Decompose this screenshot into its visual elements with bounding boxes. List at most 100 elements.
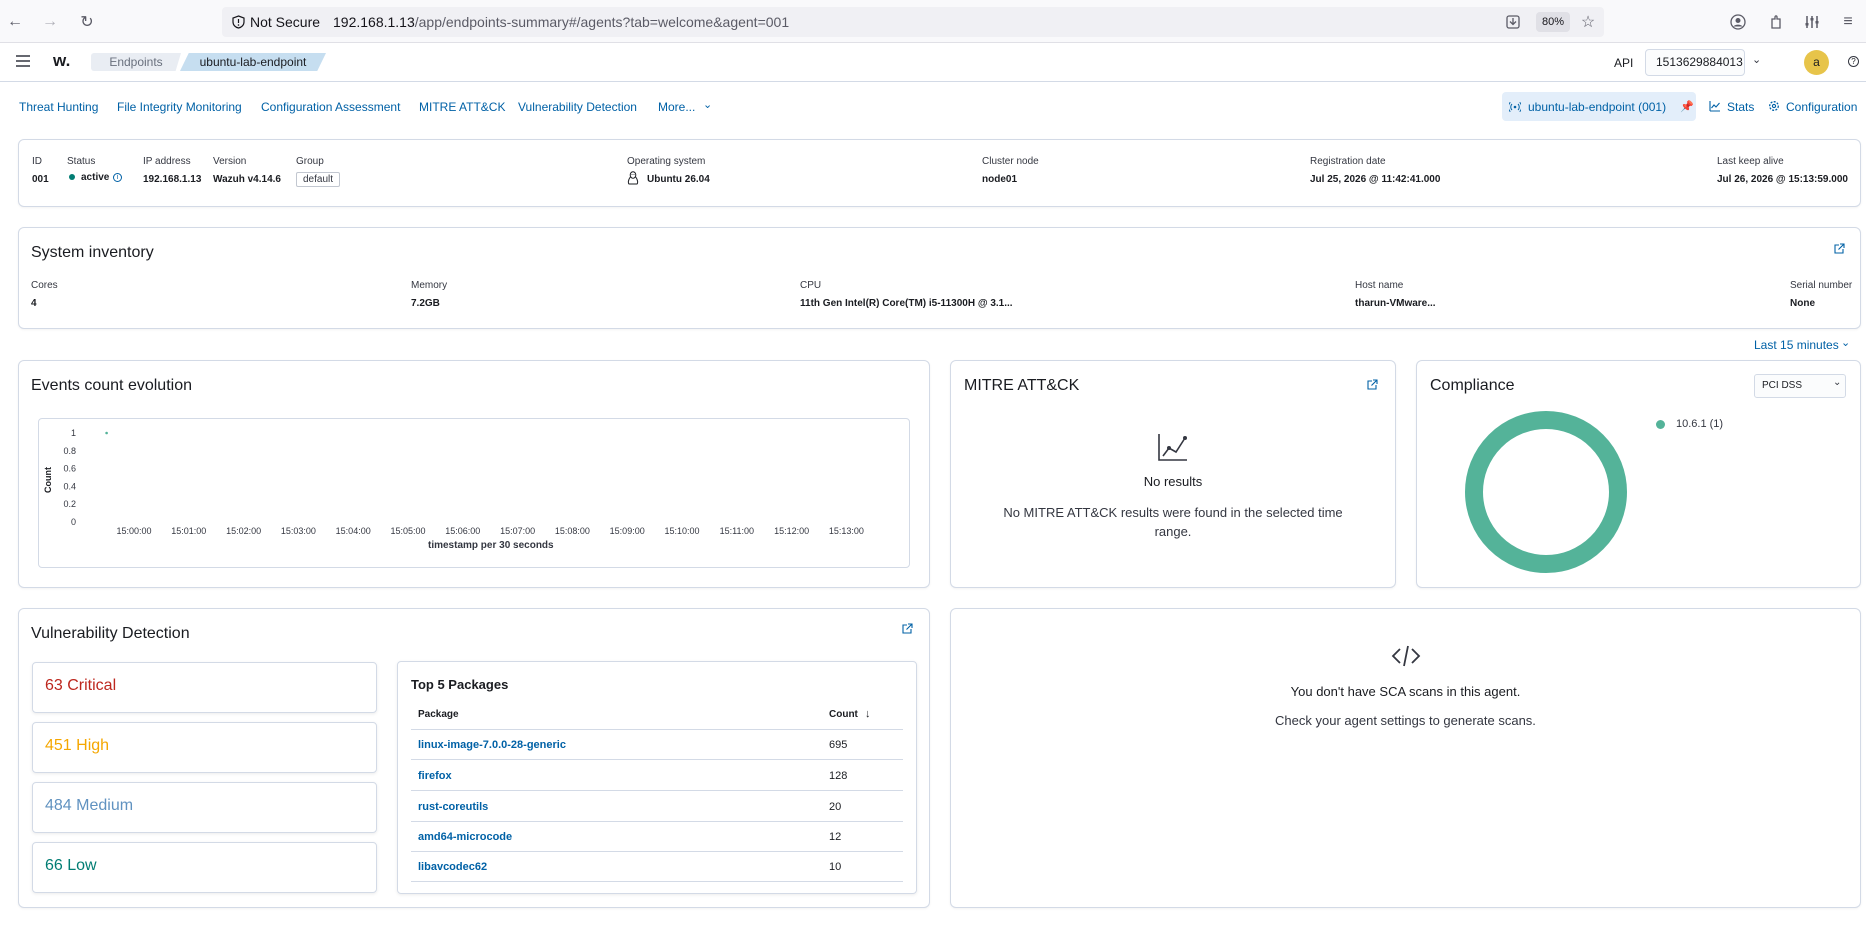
compliance-title: Compliance	[1430, 377, 1515, 394]
x-tick-label: 15:03:00	[281, 526, 316, 536]
tab-vulnerability-detection[interactable]: Vulnerability Detection	[518, 100, 637, 114]
tab-fim[interactable]: File Integrity Monitoring	[117, 100, 242, 114]
equalizer-icon[interactable]	[1801, 11, 1823, 33]
antenna-icon	[1507, 101, 1523, 116]
chart-xlabel: timestamp per 30 seconds	[428, 540, 554, 551]
zoom-badge[interactable]: 80%	[1536, 12, 1571, 32]
package-link[interactable]: firefox	[418, 770, 452, 782]
medium-count[interactable]: 484 Medium	[32, 782, 377, 833]
menu-icon[interactable]: ≡	[1837, 11, 1859, 33]
url-text[interactable]: 192.168.1.13/app/endpoints-summary#/agen…	[333, 14, 789, 30]
top5-title: Top 5 Packages	[411, 677, 509, 692]
serial-label: Serial number	[1790, 280, 1853, 291]
keepalive-value: Jul 26, 2026 @ 15:13:59.000	[1717, 174, 1848, 185]
table-header: Package Count ↓	[411, 700, 903, 730]
agent-info-panel	[18, 139, 1861, 207]
package-link[interactable]: libavcodec62	[418, 861, 487, 873]
star-icon[interactable]: ☆	[1577, 11, 1599, 33]
col-count[interactable]: Count	[829, 709, 858, 720]
package-link[interactable]: amd64-microcode	[418, 831, 512, 843]
not-secure-label: Not Secure	[250, 14, 321, 30]
back-icon[interactable]: ←	[4, 11, 26, 33]
mitre-no-results: No results	[1143, 474, 1203, 489]
info-icon[interactable]: i	[113, 173, 122, 182]
x-tick-label: 15:06:00	[445, 526, 480, 536]
time-filter[interactable]: Last 15 minutes	[1754, 338, 1839, 352]
x-tick-label: 15:01:00	[171, 526, 206, 536]
y-tick-label: 0.2	[63, 499, 76, 509]
table-row: rust-coreutils 20	[411, 792, 903, 822]
x-tick-label: 15:13:00	[829, 526, 864, 536]
help-icon[interactable]: ?	[1848, 56, 1859, 67]
time-filter-chevron-icon[interactable]: ⌄	[1841, 336, 1850, 349]
y-tick-label: 1	[71, 428, 76, 438]
pin-icon[interactable]: 📌	[1680, 100, 1694, 113]
y-tick-label: 0	[71, 517, 76, 527]
package-count: 128	[829, 770, 848, 782]
api-select[interactable]: 1513629884013	[1645, 49, 1745, 76]
table-row: libavcodec62 10	[411, 852, 903, 882]
extensions-icon[interactable]	[1765, 11, 1787, 33]
cpu-label: CPU	[800, 280, 822, 291]
api-value: 1513629884013	[1656, 55, 1743, 69]
chart-icon	[1157, 432, 1189, 465]
compliance-donut[interactable]	[1465, 411, 1627, 573]
shield-icon	[232, 15, 245, 29]
more-chevron-icon: ⌄	[703, 99, 713, 111]
stats-link[interactable]: Stats	[1727, 100, 1754, 114]
keepalive-label: Last keep alive	[1717, 156, 1784, 167]
package-link[interactable]: rust-coreutils	[418, 801, 488, 813]
avatar[interactable]: a	[1804, 50, 1829, 75]
app-logo[interactable]: w.	[53, 51, 70, 71]
events-title: Events count evolution	[31, 377, 192, 394]
mitre-message: No MITRE ATT&CK results were found in th…	[1003, 505, 1343, 539]
tab-threat-hunting[interactable]: Threat Hunting	[19, 100, 98, 114]
table-row: linux-image-7.0.0-28-generic 695	[411, 730, 903, 760]
x-tick-label: 15:02:00	[226, 526, 261, 536]
configuration-link[interactable]: Configuration	[1786, 100, 1857, 114]
registration-value: Jul 25, 2026 @ 11:42:41.000	[1310, 174, 1441, 185]
table-row: firefox 128	[411, 761, 903, 791]
group-badge[interactable]: default	[296, 172, 341, 187]
tab-configuration-assessment[interactable]: Configuration Assessment	[261, 100, 400, 114]
id-label: ID	[32, 156, 42, 167]
version-value: Wazuh v4.14.6	[213, 174, 281, 185]
sort-arrow-icon[interactable]: ↓	[865, 708, 871, 720]
cluster-value: node01	[982, 174, 1018, 185]
vuln-external-link-icon[interactable]	[901, 623, 913, 638]
package-link[interactable]: linux-image-7.0.0-28-generic	[418, 739, 566, 751]
sca-title: You don't have SCA scans in this agent.	[1290, 684, 1521, 699]
forward-icon[interactable]: →	[39, 11, 61, 33]
critical-count[interactable]: 63 Critical	[32, 662, 377, 713]
api-label: API	[1614, 56, 1634, 70]
url-path: /app/endpoints-summary#/agents?tab=welco…	[414, 14, 790, 30]
tab-mitre[interactable]: MITRE ATT&CK	[419, 100, 505, 114]
download-icon[interactable]	[1502, 11, 1524, 33]
mitre-external-link-icon[interactable]	[1366, 379, 1378, 394]
os-label: Operating system	[627, 156, 706, 167]
chevron-down-icon[interactable]: ⌄	[1752, 53, 1761, 66]
external-link-icon[interactable]	[1833, 243, 1845, 258]
account-icon[interactable]	[1727, 11, 1749, 33]
cores-label: Cores	[31, 280, 58, 291]
high-count[interactable]: 451 High	[32, 722, 377, 773]
breadcrumb-endpoints[interactable]: Endpoints	[91, 53, 181, 71]
registration-label: Registration date	[1310, 156, 1386, 167]
security-indicator[interactable]: Not Secure	[232, 14, 320, 30]
compliance-legend[interactable]: 10.6.1 (1)	[1676, 418, 1723, 430]
reload-icon[interactable]: ↻	[76, 11, 98, 33]
linux-icon	[627, 171, 639, 185]
hamburger-icon[interactable]	[14, 54, 32, 68]
ip-value: 192.168.1.13	[143, 174, 202, 185]
group-label: Group	[296, 156, 324, 167]
table-row: amd64-microcode 12	[411, 822, 903, 852]
cpu-value: 11th Gen Intel(R) Core(TM) i5-11300H @ 3…	[800, 298, 1013, 309]
data-point[interactable]	[105, 431, 108, 435]
host-label: Host name	[1355, 280, 1404, 291]
version-label: Version	[213, 156, 247, 167]
x-tick-label: 15:04:00	[336, 526, 371, 536]
col-package[interactable]: Package	[418, 709, 459, 720]
serial-value: None	[1790, 298, 1815, 309]
tab-more[interactable]: More...	[658, 100, 695, 114]
low-count[interactable]: 66 Low	[32, 842, 377, 893]
